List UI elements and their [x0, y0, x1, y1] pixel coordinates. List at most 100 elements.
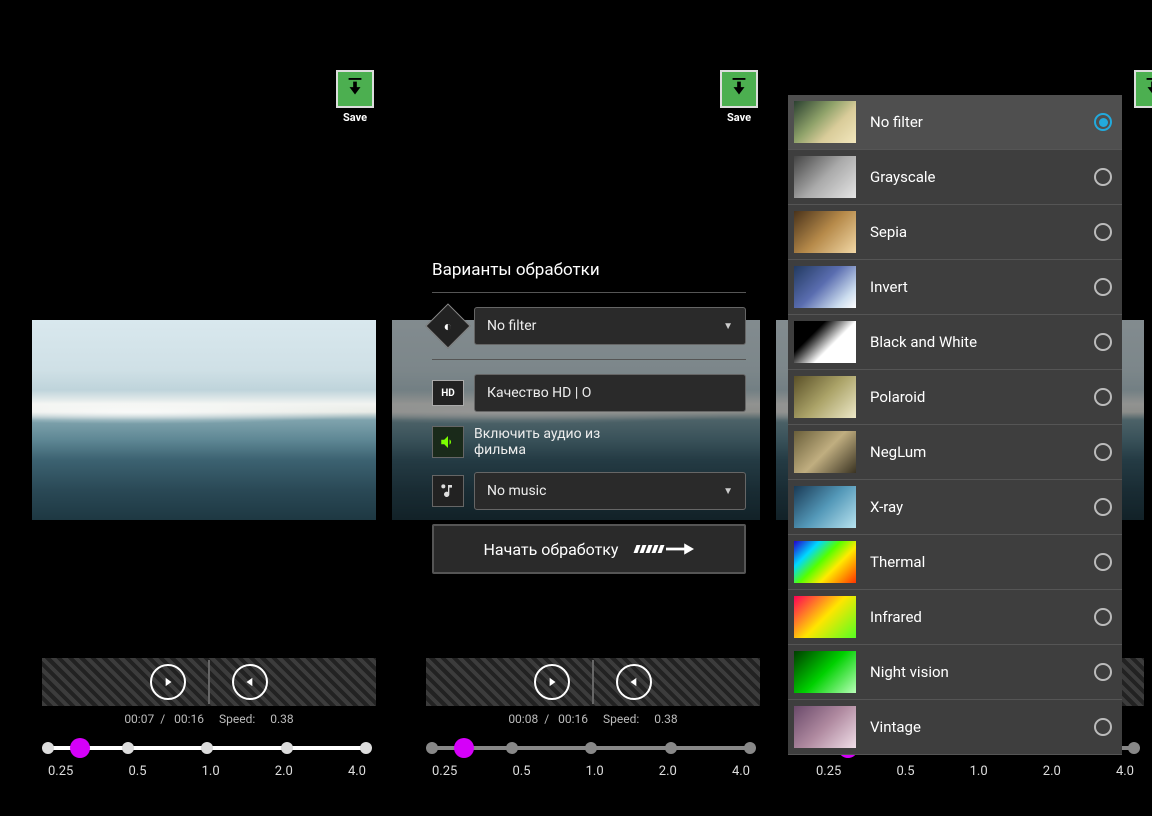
filter-option-x-ray[interactable]: X-ray [788, 480, 1122, 535]
speed-slider[interactable] [48, 738, 366, 758]
save-button[interactable] [336, 70, 374, 108]
speed-mark-label: 4.0 [348, 764, 366, 779]
timeline-strip[interactable] [426, 658, 760, 706]
speed-labels: 0.25 0.5 1.0 2.0 4.0 [816, 764, 1134, 779]
duration-time: 00:16 [558, 712, 588, 726]
speed-mark-label: 0.5 [512, 764, 530, 779]
slider-thumb[interactable] [454, 738, 474, 758]
start-label: Начать обработку [484, 540, 619, 559]
filter-name-label: Sepia [870, 223, 1094, 241]
filter-option-no-filter[interactable]: No filter [788, 95, 1122, 150]
save-button[interactable] [1134, 70, 1152, 108]
duration-time: 00:16 [174, 712, 204, 726]
filter-name-label: Vintage [870, 718, 1094, 736]
speed-labels: 0.250.51.02.04.0 [48, 764, 366, 779]
slider-tick [360, 742, 372, 754]
arrow-icon [635, 542, 695, 556]
filter-name-label: Black and White [870, 333, 1094, 351]
trim-start-back-button[interactable] [232, 664, 268, 700]
radio-icon[interactable] [1094, 718, 1112, 736]
slider-tick [585, 742, 597, 754]
speed-mark-label: 0.25 [48, 764, 73, 779]
radio-icon[interactable] [1094, 608, 1112, 626]
timeline-strip[interactable] [42, 658, 376, 706]
speed-mark-label: 4.0 [1116, 764, 1134, 779]
speed-mark-label: 0.5 [896, 764, 914, 779]
radio-icon[interactable] [1094, 168, 1112, 186]
radio-icon[interactable] [1094, 388, 1112, 406]
filter-option-neglum[interactable]: NegLum [788, 425, 1122, 480]
separator [432, 359, 746, 360]
download-icon [728, 78, 750, 100]
radio-icon[interactable] [1094, 553, 1112, 571]
radio-icon[interactable] [1094, 113, 1112, 131]
filter-option-invert[interactable]: Invert [788, 260, 1122, 315]
speed-mark-label: 0.25 [432, 764, 457, 779]
slider-tick [201, 742, 213, 754]
radio-icon[interactable] [1094, 333, 1112, 351]
speed-mark-label: 1.0 [970, 764, 988, 779]
slider-tick [665, 742, 677, 754]
speed-mark-label: 2.0 [1043, 764, 1061, 779]
save-button-wrap: Save [336, 70, 374, 124]
processing-options-dialog: Варианты обработки ◐ No filter ▼ HD Каче… [432, 260, 746, 574]
filter-option-infrared[interactable]: Infrared [788, 590, 1122, 645]
filter-list-popup: No filter Grayscale Sepia Invert Black and W… [788, 95, 1122, 755]
filter-dropdown-label: No filter [487, 318, 536, 334]
screenshot-panel-1: Save 00:07/ 00:16 Speed: 0.38 0.250.51.0… [0, 0, 384, 816]
filter-name-label: NegLum [870, 443, 1094, 461]
radio-icon[interactable] [1094, 498, 1112, 516]
trim-start-back-button[interactable] [616, 664, 652, 700]
position-time: 00:07 [124, 712, 154, 726]
slider-tick [1128, 742, 1140, 754]
filter-name-label: No filter [870, 113, 1094, 131]
filter-dropdown[interactable]: No filter ▼ [474, 307, 746, 345]
speed-slider[interactable] [432, 738, 750, 758]
radio-icon[interactable] [1094, 443, 1112, 461]
slider-tick [744, 742, 756, 754]
start-processing-button[interactable]: Начать обработку [432, 524, 746, 574]
radio-icon[interactable] [1094, 278, 1112, 296]
filter-thumbnail [794, 266, 856, 308]
filter-thumbnail [794, 596, 856, 638]
preview-image [32, 320, 376, 520]
speed-mark-label: 0.5 [128, 764, 146, 779]
speed-value: 0.38 [654, 712, 677, 726]
save-button[interactable] [720, 70, 758, 108]
radio-icon[interactable] [1094, 663, 1112, 681]
filter-option-grayscale[interactable]: Grayscale [788, 150, 1122, 205]
speed-prefix: Speed: [219, 712, 255, 726]
filter-name-label: Night vision [870, 663, 1094, 681]
trim-end-forward-button[interactable] [150, 664, 186, 700]
filter-option-night-vision[interactable]: Night vision [788, 645, 1122, 700]
filter-option-sepia[interactable]: Sepia [788, 205, 1122, 260]
filter-thumbnail [794, 321, 856, 363]
filter-option-polaroid[interactable]: Polaroid [788, 370, 1122, 425]
filter-name-label: Infrared [870, 608, 1094, 626]
filter-thumbnail [794, 156, 856, 198]
trim-end-forward-button[interactable] [534, 664, 570, 700]
music-dropdown[interactable]: No music ▼ [474, 472, 746, 510]
slider-tick [281, 742, 293, 754]
speed-mark-label: 0.25 [816, 764, 841, 779]
speed-mark-label: 1.0 [586, 764, 604, 779]
include-audio-label[interactable]: Включить аудио из фильма [474, 426, 746, 458]
caret-icon: ▼ [723, 321, 733, 332]
speed-mark-label: 2.0 [659, 764, 677, 779]
save-button-wrap: Save [720, 70, 758, 124]
filter-thumbnail [794, 541, 856, 583]
caret-icon: ▼ [723, 486, 733, 497]
filter-option-vintage[interactable]: Vintage [788, 700, 1122, 755]
screenshot-panel-3: 0.25 0.5 1.0 2.0 4.0 No filter Grayscale Sepia… [768, 0, 1152, 816]
video-preview[interactable] [32, 320, 376, 520]
download-icon [344, 78, 366, 100]
filter-option-black-and-white[interactable]: Black and White [788, 315, 1122, 370]
quality-button[interactable]: Качество HD | О [474, 374, 746, 412]
filter-option-thermal[interactable]: Thermal [788, 535, 1122, 590]
speed-labels: 0.25 0.5 1.0 2.0 4.0 [432, 764, 750, 779]
radio-icon[interactable] [1094, 223, 1112, 241]
slider-thumb[interactable] [70, 738, 90, 758]
save-button-wrap [1134, 70, 1152, 108]
speed-mark-label: 4.0 [732, 764, 750, 779]
trim-divider [592, 660, 594, 704]
